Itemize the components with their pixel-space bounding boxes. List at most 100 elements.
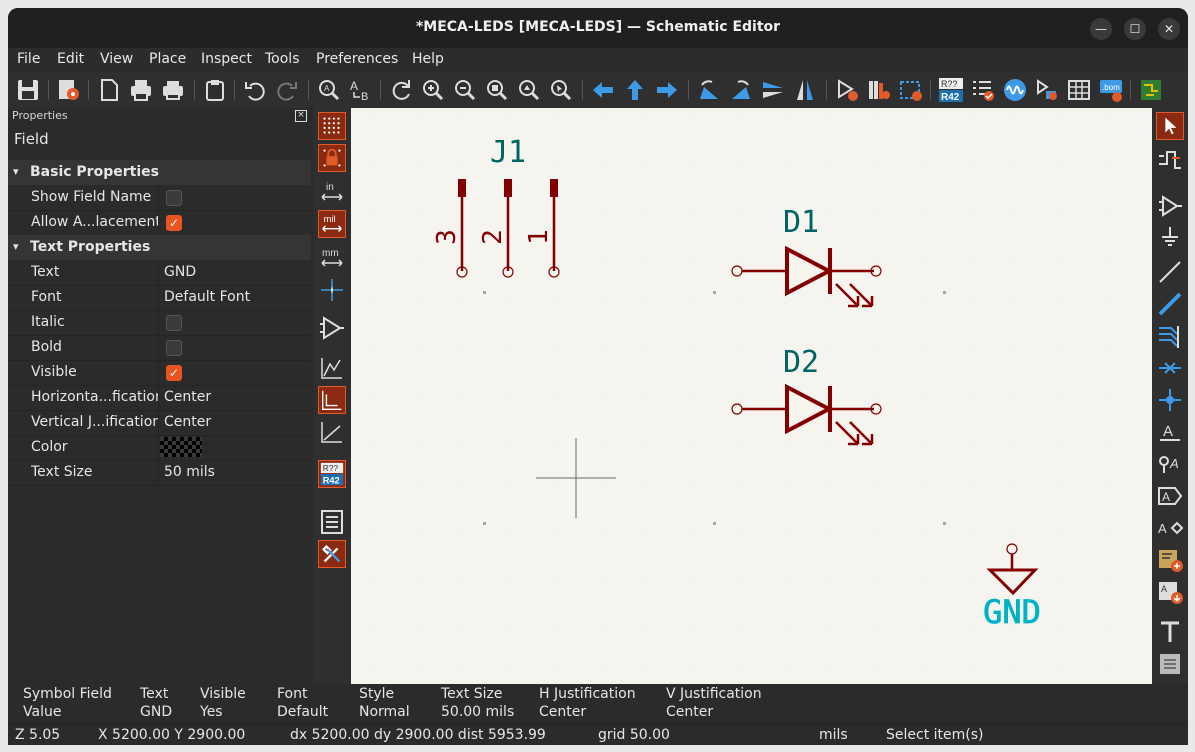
rotate-ccw-icon[interactable] (696, 77, 722, 103)
symbol-library-browser-icon[interactable] (866, 77, 892, 103)
annotate-tool-icon[interactable]: R?? R42 (318, 460, 346, 488)
menu-tools[interactable]: Tools (265, 51, 300, 67)
save-icon[interactable] (15, 77, 41, 103)
app-window: *MECA-LEDS [MECA-LEDS] — Schematic Edito… (8, 8, 1188, 745)
add-net-class-directive-icon[interactable]: A (1156, 450, 1184, 478)
highlight-net-icon[interactable] (1156, 146, 1184, 174)
cursor-crosshair-icon[interactable] (318, 276, 346, 304)
edit-fields-table-icon[interactable] (1066, 77, 1092, 103)
color-swatch[interactable] (160, 437, 202, 457)
undo-icon[interactable] (242, 77, 268, 103)
minimize-button[interactable]: — (1090, 18, 1112, 40)
collapse-arrow-icon[interactable]: ▾ (13, 240, 19, 253)
symbol-editor-icon[interactable] (834, 77, 860, 103)
text-value-field[interactable]: GND (164, 264, 196, 280)
add-symbol-icon[interactable] (1156, 192, 1184, 220)
collapse-arrow-icon[interactable]: ▾ (13, 165, 19, 178)
pcb-editor-icon[interactable] (1138, 77, 1164, 103)
category-basic-properties[interactable]: ▾ Basic Properties (8, 160, 311, 185)
zoom-objects-icon[interactable] (516, 77, 542, 103)
close-properties-icon[interactable]: × (295, 110, 307, 122)
gnd-value-field[interactable]: GND (983, 593, 1042, 632)
page-settings-icon[interactable] (96, 77, 122, 103)
navigate-up-icon[interactable] (622, 77, 648, 103)
menu-file[interactable]: File (17, 51, 40, 67)
show-field-name-checkbox[interactable] (166, 190, 182, 206)
menu-place[interactable]: Place (149, 51, 186, 67)
bom-icon[interactable]: .bom (1098, 77, 1124, 103)
zoom-fit-icon[interactable] (484, 77, 510, 103)
status-zoom: Z 5.05 (15, 727, 61, 743)
add-text-icon[interactable] (1156, 618, 1184, 646)
grid-override-icon[interactable] (318, 144, 346, 172)
refresh-icon[interactable] (388, 77, 414, 103)
j1-reference[interactable]: J1 (490, 135, 526, 170)
bold-checkbox[interactable] (166, 340, 182, 356)
d2-reference[interactable]: D2 (783, 345, 819, 380)
assign-footprints-icon[interactable] (1034, 77, 1060, 103)
navigate-back-icon[interactable] (590, 77, 616, 103)
zoom-selection-icon[interactable] (548, 77, 574, 103)
units-inches-icon[interactable]: in (318, 178, 346, 206)
add-wire-icon[interactable] (1156, 258, 1184, 286)
units-mils-icon[interactable]: mil (318, 210, 346, 238)
italic-checkbox[interactable] (166, 315, 182, 331)
property-key: Italic (31, 314, 65, 330)
mirror-horizontal-icon[interactable] (792, 77, 818, 103)
line-mode-free-icon[interactable] (318, 354, 346, 382)
menu-preferences[interactable]: Preferences (316, 51, 398, 67)
hierarchy-navigator-icon[interactable] (318, 508, 346, 536)
menu-inspect[interactable]: Inspect (201, 51, 252, 67)
add-bus-entry-icon[interactable] (1156, 322, 1184, 350)
print-icon[interactable] (128, 77, 154, 103)
import-sheet-pin-icon[interactable]: A (1156, 578, 1184, 606)
add-textbox-icon[interactable] (1156, 650, 1184, 678)
annotate-icon[interactable]: R?? R42 (938, 77, 964, 103)
show-pin-electrical-types-icon[interactable] (318, 314, 346, 342)
close-button[interactable]: ✕ (1158, 18, 1180, 40)
grid-toggle-icon[interactable] (318, 112, 346, 140)
visible-checkbox[interactable]: ✓ (166, 365, 182, 381)
add-label-icon[interactable]: A (1156, 418, 1184, 446)
menu-view[interactable]: View (100, 51, 133, 67)
line-mode-90-icon[interactable] (318, 386, 346, 414)
menu-edit[interactable]: Edit (57, 51, 84, 67)
zoom-out-icon[interactable] (452, 77, 478, 103)
category-text-properties[interactable]: ▾ Text Properties (8, 235, 311, 260)
schematic-setup-icon[interactable] (56, 77, 82, 103)
add-hierarchical-label-icon[interactable]: A (1156, 514, 1184, 542)
paste-icon[interactable] (202, 77, 228, 103)
add-power-icon[interactable] (1156, 224, 1184, 252)
add-global-label-icon[interactable]: A (1156, 482, 1184, 510)
zoom-in-icon[interactable] (420, 77, 446, 103)
simulator-icon[interactable] (1002, 77, 1028, 103)
add-junction-icon[interactable] (1156, 386, 1184, 414)
allow-autoplacement-checkbox[interactable]: ✓ (166, 215, 182, 231)
schematic-canvas[interactable]: J1 3 2 1 D1 D2 GND (351, 108, 1152, 684)
msg-label: Style (359, 686, 395, 702)
line-mode-45-icon[interactable] (318, 418, 346, 446)
rotate-cw-icon[interactable] (728, 77, 754, 103)
erc-icon[interactable] (970, 77, 996, 103)
select-tool-icon[interactable] (1156, 112, 1184, 140)
vjust-select[interactable]: Center (164, 414, 211, 430)
no-connect-icon[interactable] (1156, 354, 1184, 382)
add-sheet-icon[interactable] (1156, 546, 1184, 574)
text-size-field[interactable]: 50 mils (164, 464, 215, 480)
msg-value: Value (23, 704, 62, 720)
menu-help[interactable]: Help (412, 51, 444, 67)
add-bus-icon[interactable] (1156, 290, 1184, 318)
navigate-forward-icon[interactable] (654, 77, 680, 103)
font-select[interactable]: Default Font (164, 289, 250, 305)
properties-panel-toggle-icon[interactable] (318, 540, 346, 568)
d1-reference[interactable]: D1 (783, 205, 819, 240)
find-icon[interactable]: A (316, 77, 342, 103)
redo-icon[interactable] (274, 77, 300, 103)
find-replace-icon[interactable]: AB (348, 77, 374, 103)
units-mm-icon[interactable]: mm (318, 244, 346, 272)
update-pcb-icon[interactable] (898, 77, 924, 103)
mirror-vertical-icon[interactable] (760, 77, 786, 103)
plot-icon[interactable] (160, 77, 186, 103)
maximize-button[interactable]: ☐ (1124, 18, 1146, 40)
hjust-select[interactable]: Center (164, 389, 211, 405)
